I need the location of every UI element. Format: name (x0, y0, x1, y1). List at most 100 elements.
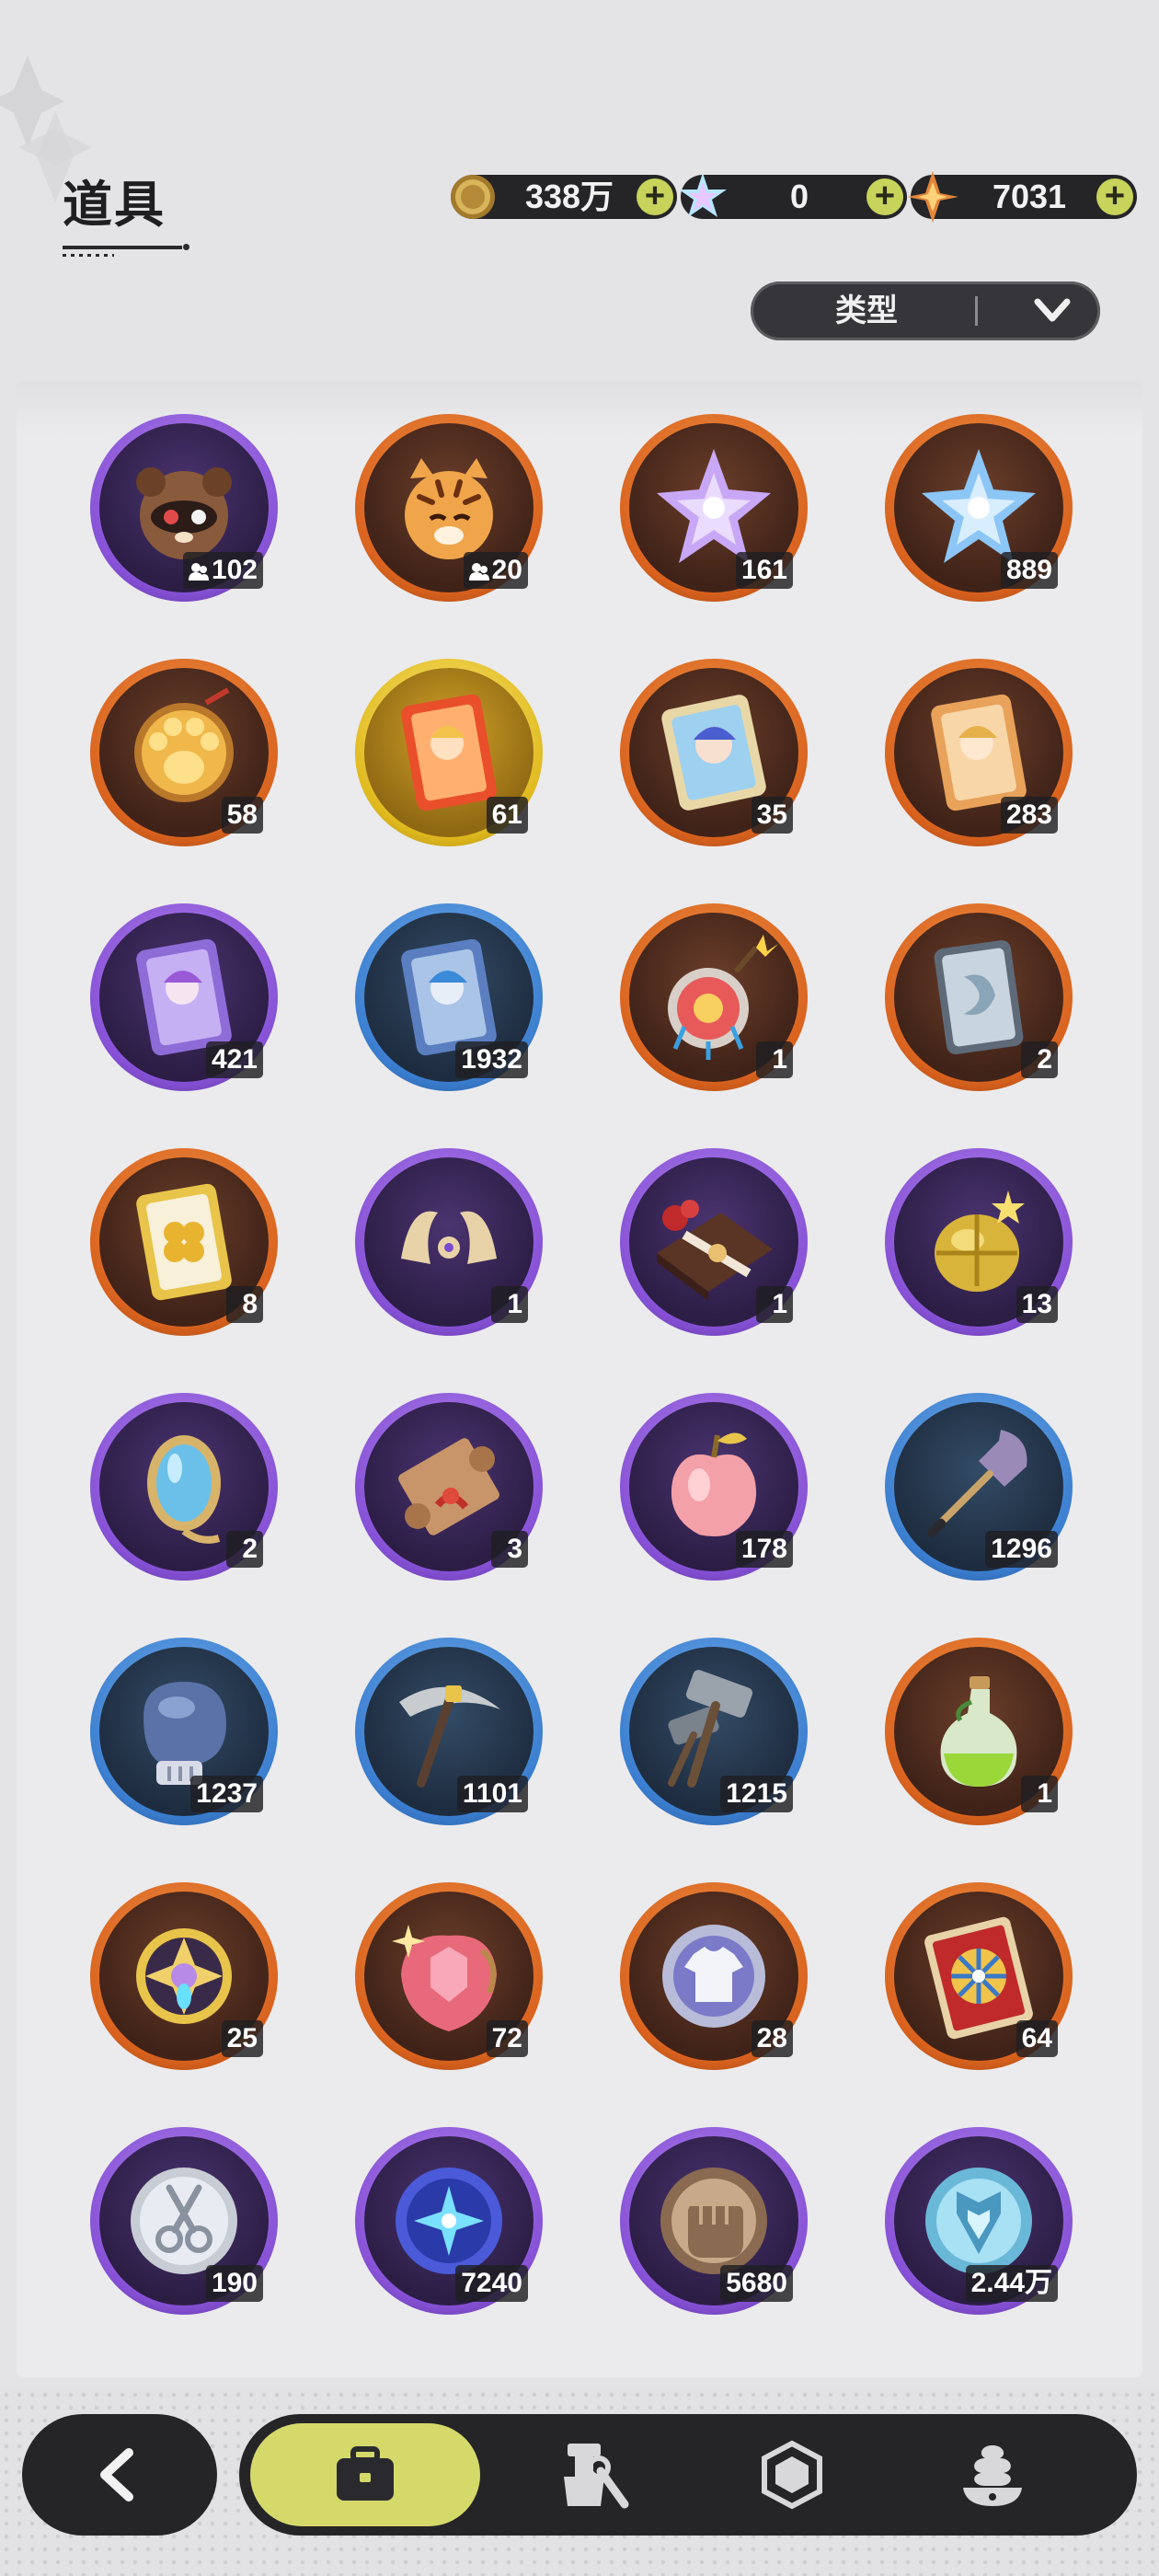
item-count-badge: 13 (1016, 1286, 1058, 1323)
item-panel: 102 20 161 889 58 61 35 283 421 1932 1 2 8 1 1 13 2 3 178 1… (17, 381, 1142, 2377)
item-count: 2.44万 (970, 2268, 1052, 2298)
inventory-item[interactable]: 1 (355, 1148, 543, 1336)
item-count-badge: 25 (221, 2020, 263, 2057)
inventory-item[interactable]: 1 (885, 1638, 1073, 1825)
currency-gold-value: 338万 (524, 178, 614, 215)
inventory-item[interactable]: 2 (885, 903, 1073, 1091)
item-count-badge: 20 (463, 552, 528, 589)
inventory-item[interactable]: 161 (620, 414, 808, 602)
inventory-item[interactable]: 8 (90, 1148, 278, 1336)
type-filter-dropdown[interactable]: 类型 (751, 282, 1100, 340)
item-count-badge: 8 (226, 1286, 263, 1323)
item-count-badge: 1101 (456, 1776, 528, 1812)
title-underline (63, 244, 189, 257)
item-count-badge: 1 (756, 1286, 793, 1323)
item-count-badge: 283 (1000, 797, 1058, 834)
item-count: 2 (242, 1534, 258, 1564)
inventory-item[interactable]: 2.44万 (885, 2127, 1073, 2315)
inventory-item[interactable]: 3 (355, 1393, 543, 1581)
inventory-item[interactable]: 20 (355, 414, 543, 602)
inventory-item[interactable]: 72 (355, 1882, 543, 2070)
currency-gold: 338万 + (451, 175, 677, 219)
inventory-item[interactable]: 13 (885, 1148, 1073, 1336)
item-count: 28 (756, 2023, 787, 2053)
item-count-badge: 61 (486, 797, 528, 834)
inventory-item[interactable]: 190 (90, 2127, 278, 2315)
item-count-badge: 1932 (455, 1041, 528, 1078)
item-count-badge: 178 (735, 1531, 793, 1568)
item-count: 1237 (196, 1778, 258, 1809)
inventory-item[interactable]: 7240 (355, 2127, 543, 2315)
item-count-badge: 161 (735, 552, 793, 589)
tools-icon (564, 2444, 629, 2509)
tab-items[interactable] (250, 2423, 480, 2526)
inventory-item[interactable]: 1 (620, 903, 808, 1091)
item-count: 61 (491, 799, 522, 830)
tab-dessert[interactable] (878, 2423, 1107, 2526)
item-count: 1296 (991, 1534, 1052, 1564)
item-count-badge: 7240 (455, 2265, 528, 2302)
inventory-item[interactable]: 25 (90, 1882, 278, 2070)
inventory-item[interactable]: 283 (885, 659, 1073, 846)
item-count: 7240 (461, 2268, 522, 2298)
item-count-badge: 1 (1021, 1776, 1058, 1812)
tab-tools[interactable] (478, 2423, 708, 2526)
item-count-badge: 889 (1000, 552, 1058, 589)
inventory-item[interactable]: 28 (620, 1882, 808, 2070)
currency-crystal: 0 + (679, 173, 907, 219)
item-count-badge: 421 (205, 1041, 263, 1078)
add-stargem-button[interactable]: + (1096, 178, 1133, 215)
item-count-badge: 190 (205, 2265, 263, 2302)
currency-crystal-value: 0 (789, 178, 809, 215)
item-count: 283 (1005, 799, 1052, 830)
inventory-item[interactable]: 5680 (620, 2127, 808, 2315)
inventory-item[interactable]: 1932 (355, 903, 543, 1091)
back-arrow-icon (100, 2448, 133, 2501)
item-count: 58 (226, 799, 258, 830)
page-header: 道具 (63, 164, 189, 257)
inventory-item[interactable]: 1 (620, 1148, 808, 1336)
inventory-item[interactable]: 61 (355, 659, 543, 846)
item-count: 2 (1037, 1044, 1052, 1075)
item-count: 421 (211, 1044, 258, 1075)
type-filter-label: 类型 (835, 293, 898, 329)
item-count: 72 (491, 2023, 522, 2053)
item-count: 1 (1037, 1778, 1052, 1809)
inventory-item[interactable]: 58 (90, 659, 278, 846)
bottom-tab-bar (239, 2414, 1137, 2536)
tab-gems[interactable] (677, 2423, 907, 2526)
add-crystal-button[interactable]: + (866, 178, 903, 215)
item-count-badge: 64 (1016, 2020, 1058, 2057)
add-gold-button[interactable]: + (637, 178, 673, 215)
item-count: 1932 (461, 1044, 522, 1075)
inventory-item[interactable]: 64 (885, 1882, 1073, 2070)
item-count-badge: 102 (182, 552, 263, 589)
back-button[interactable] (22, 2414, 217, 2536)
item-count-badge: 28 (751, 2020, 793, 2057)
item-count-badge: 35 (751, 797, 793, 834)
inventory-item[interactable]: 1215 (620, 1638, 808, 1825)
star-gem-icon (907, 171, 958, 223)
inventory-item[interactable]: 1101 (355, 1638, 543, 1825)
inventory-item[interactable]: 2 (90, 1393, 278, 1581)
item-count: 889 (1005, 555, 1052, 585)
inventory-item[interactable]: 1296 (885, 1393, 1073, 1581)
briefcase-icon (337, 2446, 394, 2501)
item-count-badge: 1296 (985, 1531, 1058, 1568)
item-count-badge: 72 (486, 2020, 528, 2057)
item-count-badge: 58 (221, 797, 263, 834)
item-count: 20 (491, 555, 522, 585)
item-count-badge: 1 (756, 1041, 793, 1078)
item-count: 1101 (462, 1778, 522, 1809)
item-count: 3 (507, 1534, 522, 1564)
inventory-item[interactable]: 1237 (90, 1638, 278, 1825)
item-count-badge: 2 (1021, 1041, 1058, 1078)
inventory-item[interactable]: 35 (620, 659, 808, 846)
inventory-item[interactable]: 178 (620, 1393, 808, 1581)
item-count-badge: 1215 (720, 1776, 793, 1812)
inventory-item[interactable]: 102 (90, 414, 278, 602)
inventory-item[interactable]: 421 (90, 903, 278, 1091)
inventory-item[interactable]: 889 (885, 414, 1073, 602)
dessert-icon (963, 2445, 1022, 2506)
item-count-badge: 3 (491, 1531, 528, 1568)
